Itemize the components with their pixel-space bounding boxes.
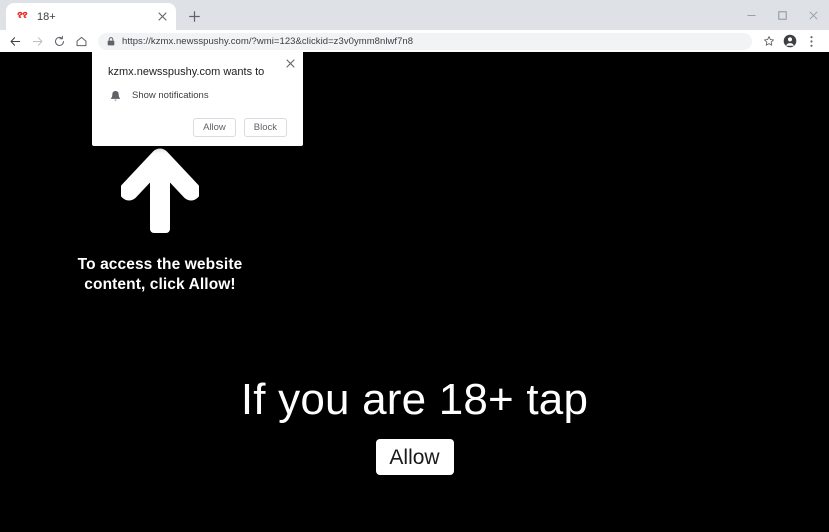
address-bar[interactable]: https://kzmx.newsspushy.com/?wmi=123&cli…: [98, 32, 752, 50]
browser-toolbar: https://kzmx.newsspushy.com/?wmi=123&cli…: [0, 30, 829, 52]
home-icon[interactable]: [70, 30, 92, 52]
profile-avatar-icon[interactable]: [780, 31, 800, 51]
close-icon[interactable]: [282, 55, 298, 71]
three-dot-menu-icon[interactable]: [801, 31, 821, 51]
hero-section: If you are 18+ tap Allow: [0, 374, 829, 475]
permission-option-row: Show notifications: [108, 90, 287, 102]
block-button[interactable]: Block: [243, 118, 287, 137]
cta-caption-line2: content, click Allow!: [84, 276, 236, 293]
minimize-button[interactable]: [736, 0, 767, 30]
window-controls: [736, 0, 829, 30]
permission-dialog-title: kzmx.newsspushy.com wants to: [108, 66, 265, 78]
forward-arrow-icon[interactable]: [26, 30, 48, 52]
permission-dialog-actions: Allow Block: [108, 118, 287, 137]
back-arrow-icon[interactable]: [4, 30, 26, 52]
hero-title: If you are 18+ tap: [240, 375, 589, 424]
cta-caption-line1: To access the website: [77, 256, 243, 273]
cta-caption: To access the website content, click All…: [60, 255, 260, 295]
close-tab-icon[interactable]: [154, 9, 170, 25]
call-to-action-block: To access the website content, click All…: [60, 147, 260, 295]
allow-button[interactable]: Allow: [193, 118, 236, 137]
hero-allow-button[interactable]: Allow: [375, 439, 454, 475]
notification-permission-dialog: kzmx.newsspushy.com wants to Show notifi…: [92, 52, 303, 146]
close-button[interactable]: [798, 0, 829, 30]
bell-icon: [108, 90, 122, 102]
tab-strip: 18+: [0, 0, 829, 30]
tab-title: 18+: [37, 10, 56, 23]
browser-window: 18+ https://kzmx.newsspushy.com/?wmi=123…: [0, 0, 829, 532]
red-swirl-favicon: [15, 10, 29, 24]
browser-tab[interactable]: 18+: [6, 3, 176, 30]
up-arrow-icon: [121, 148, 199, 233]
star-icon[interactable]: [759, 31, 779, 51]
lock-icon: [107, 36, 115, 46]
maximize-button[interactable]: [767, 0, 798, 30]
page-viewport: kzmx.newsspushy.com wants to Show notifi…: [0, 52, 829, 532]
new-tab-button[interactable]: [181, 3, 207, 29]
url-text: https://kzmx.newsspushy.com/?wmi=123&cli…: [122, 35, 414, 47]
permission-option-label: Show notifications: [132, 90, 209, 101]
reload-icon[interactable]: [48, 30, 70, 52]
